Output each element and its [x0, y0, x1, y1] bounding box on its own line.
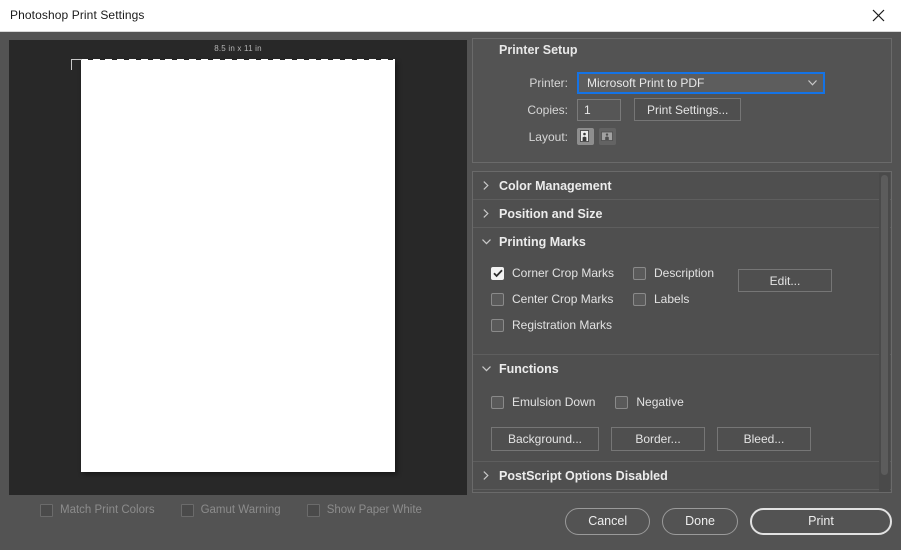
- settings-accordion: Color Management Position and Size Print…: [472, 171, 892, 493]
- copies-input[interactable]: 1: [577, 98, 621, 121]
- checkbox-labels[interactable]: Labels: [633, 292, 689, 306]
- functions-body: Emulsion Down Negative Background... Bor…: [473, 383, 891, 462]
- checkbox-label: Match Print Colors: [60, 504, 155, 516]
- printer-setup-group: Printer Setup Printer: Microsoft Print t…: [472, 38, 892, 163]
- checkbox-box: [180, 503, 194, 517]
- settings-scrollbar[interactable]: [879, 173, 890, 492]
- section-functions[interactable]: Functions: [473, 355, 891, 383]
- scrollbar-thumb[interactable]: [881, 175, 888, 475]
- printer-row: Printer: Microsoft Print to PDF: [473, 69, 891, 96]
- section-printing-marks[interactable]: Printing Marks: [473, 228, 891, 256]
- checkbox-box: [306, 503, 320, 517]
- checkbox-label: Corner Crop Marks: [512, 266, 615, 280]
- checkbox-emulsion-down[interactable]: [491, 395, 504, 409]
- checkbox-registration-marks[interactable]: Registration Marks: [491, 318, 612, 332]
- checkbox-box[interactable]: [633, 266, 646, 280]
- background-button[interactable]: Background...: [491, 427, 599, 451]
- printing-marks-body: Corner Crop Marks Center Crop Marks Regi…: [473, 256, 891, 355]
- layout-row: Layout:: [473, 123, 891, 150]
- chevron-down-icon: [473, 366, 499, 372]
- section-color-management[interactable]: Color Management: [473, 172, 891, 200]
- printer-select[interactable]: Microsoft Print to PDF: [577, 71, 825, 94]
- checkbox-label: Description: [654, 266, 715, 280]
- copies-label: Copies:: [527, 102, 568, 117]
- checkbox-box: [40, 503, 53, 517]
- checkbox-box[interactable]: [491, 266, 504, 280]
- dialog-footer: Cancel Done Print: [472, 504, 892, 538]
- chevron-right-icon: [473, 209, 499, 218]
- section-title: Position and Size: [499, 206, 603, 221]
- layout-landscape-icon[interactable]: [599, 128, 616, 145]
- checkbox-show-paper-white: Show Paper White: [306, 503, 422, 517]
- checkbox-label: Center Crop Marks: [512, 292, 614, 306]
- section-postscript-options[interactable]: PostScript Options Disabled: [473, 462, 891, 490]
- corner-crop-dashed-line: [81, 59, 395, 61]
- checkbox-box[interactable]: [491, 292, 504, 306]
- checkbox-label: Negative: [636, 395, 684, 409]
- title-bar: Photoshop Print Settings: [0, 0, 901, 32]
- checkbox-description[interactable]: Description: [633, 266, 714, 280]
- window-title: Photoshop Print Settings: [10, 8, 145, 22]
- section-title: Printing Marks: [499, 235, 586, 249]
- layout-portrait-icon[interactable]: [577, 128, 594, 145]
- chevron-down-icon: [473, 239, 499, 245]
- preview-options-row: Match Print Colors Gamut Warning Show Pa…: [40, 500, 460, 520]
- preview-page[interactable]: [71, 59, 395, 472]
- print-preview-canvas[interactable]: 8.5 in x 11 in: [9, 40, 467, 495]
- section-position-and-size[interactable]: Position and Size: [473, 200, 891, 228]
- checkbox-label: Labels: [654, 292, 690, 306]
- printer-label: Printer:: [529, 75, 568, 90]
- printer-setup-title: Printer Setup: [499, 43, 578, 57]
- bleed-button[interactable]: Bleed...: [717, 427, 811, 451]
- checkbox-box[interactable]: [491, 318, 504, 332]
- print-settings-button[interactable]: Print Settings...: [634, 98, 742, 121]
- edit-button[interactable]: Edit...: [738, 269, 832, 292]
- checkbox-negative[interactable]: [615, 395, 629, 409]
- section-title: PostScript Options Disabled: [499, 468, 668, 483]
- copies-row: Copies: 1 Print Settings...: [473, 96, 891, 123]
- chevron-right-icon: [473, 181, 499, 190]
- crop-mark-top-left-vertical: [71, 59, 72, 70]
- layout-label: Layout:: [528, 129, 568, 144]
- checkbox-gamut-warning: Gamut Warning: [180, 503, 281, 517]
- checkbox-label: Emulsion Down: [512, 395, 596, 409]
- checkbox-label: Show Paper White: [326, 504, 422, 516]
- paper-size-label: 8.5 in x 11 in: [214, 44, 262, 53]
- settings-column: Printer Setup Printer: Microsoft Print t…: [472, 38, 892, 498]
- close-icon[interactable]: [856, 0, 901, 31]
- section-title: Functions: [499, 362, 559, 376]
- crop-mark-top-left-horizontal: [71, 59, 82, 60]
- print-button[interactable]: Print: [750, 507, 892, 535]
- checkbox-match-print-colors: Match Print Colors: [40, 503, 155, 517]
- print-settings-dialog: Photoshop Print Settings 8.5 in x 11 in …: [0, 0, 901, 550]
- checkbox-box[interactable]: [633, 292, 646, 306]
- chevron-right-icon: [473, 471, 499, 480]
- checkbox-label: Gamut Warning: [200, 504, 281, 516]
- page-sheet: [81, 60, 395, 472]
- done-button[interactable]: Done: [662, 507, 738, 535]
- printer-select-value: Microsoft Print to PDF: [587, 75, 705, 90]
- checkbox-label: Registration Marks: [512, 318, 613, 332]
- border-button[interactable]: Border...: [611, 427, 705, 451]
- checkbox-corner-crop-marks[interactable]: Corner Crop Marks: [491, 266, 614, 280]
- section-title: Color Management: [499, 178, 612, 193]
- checkbox-center-crop-marks[interactable]: Center Crop Marks: [491, 292, 613, 306]
- cancel-button[interactable]: Cancel: [565, 507, 651, 535]
- chevron-down-icon: [801, 79, 823, 86]
